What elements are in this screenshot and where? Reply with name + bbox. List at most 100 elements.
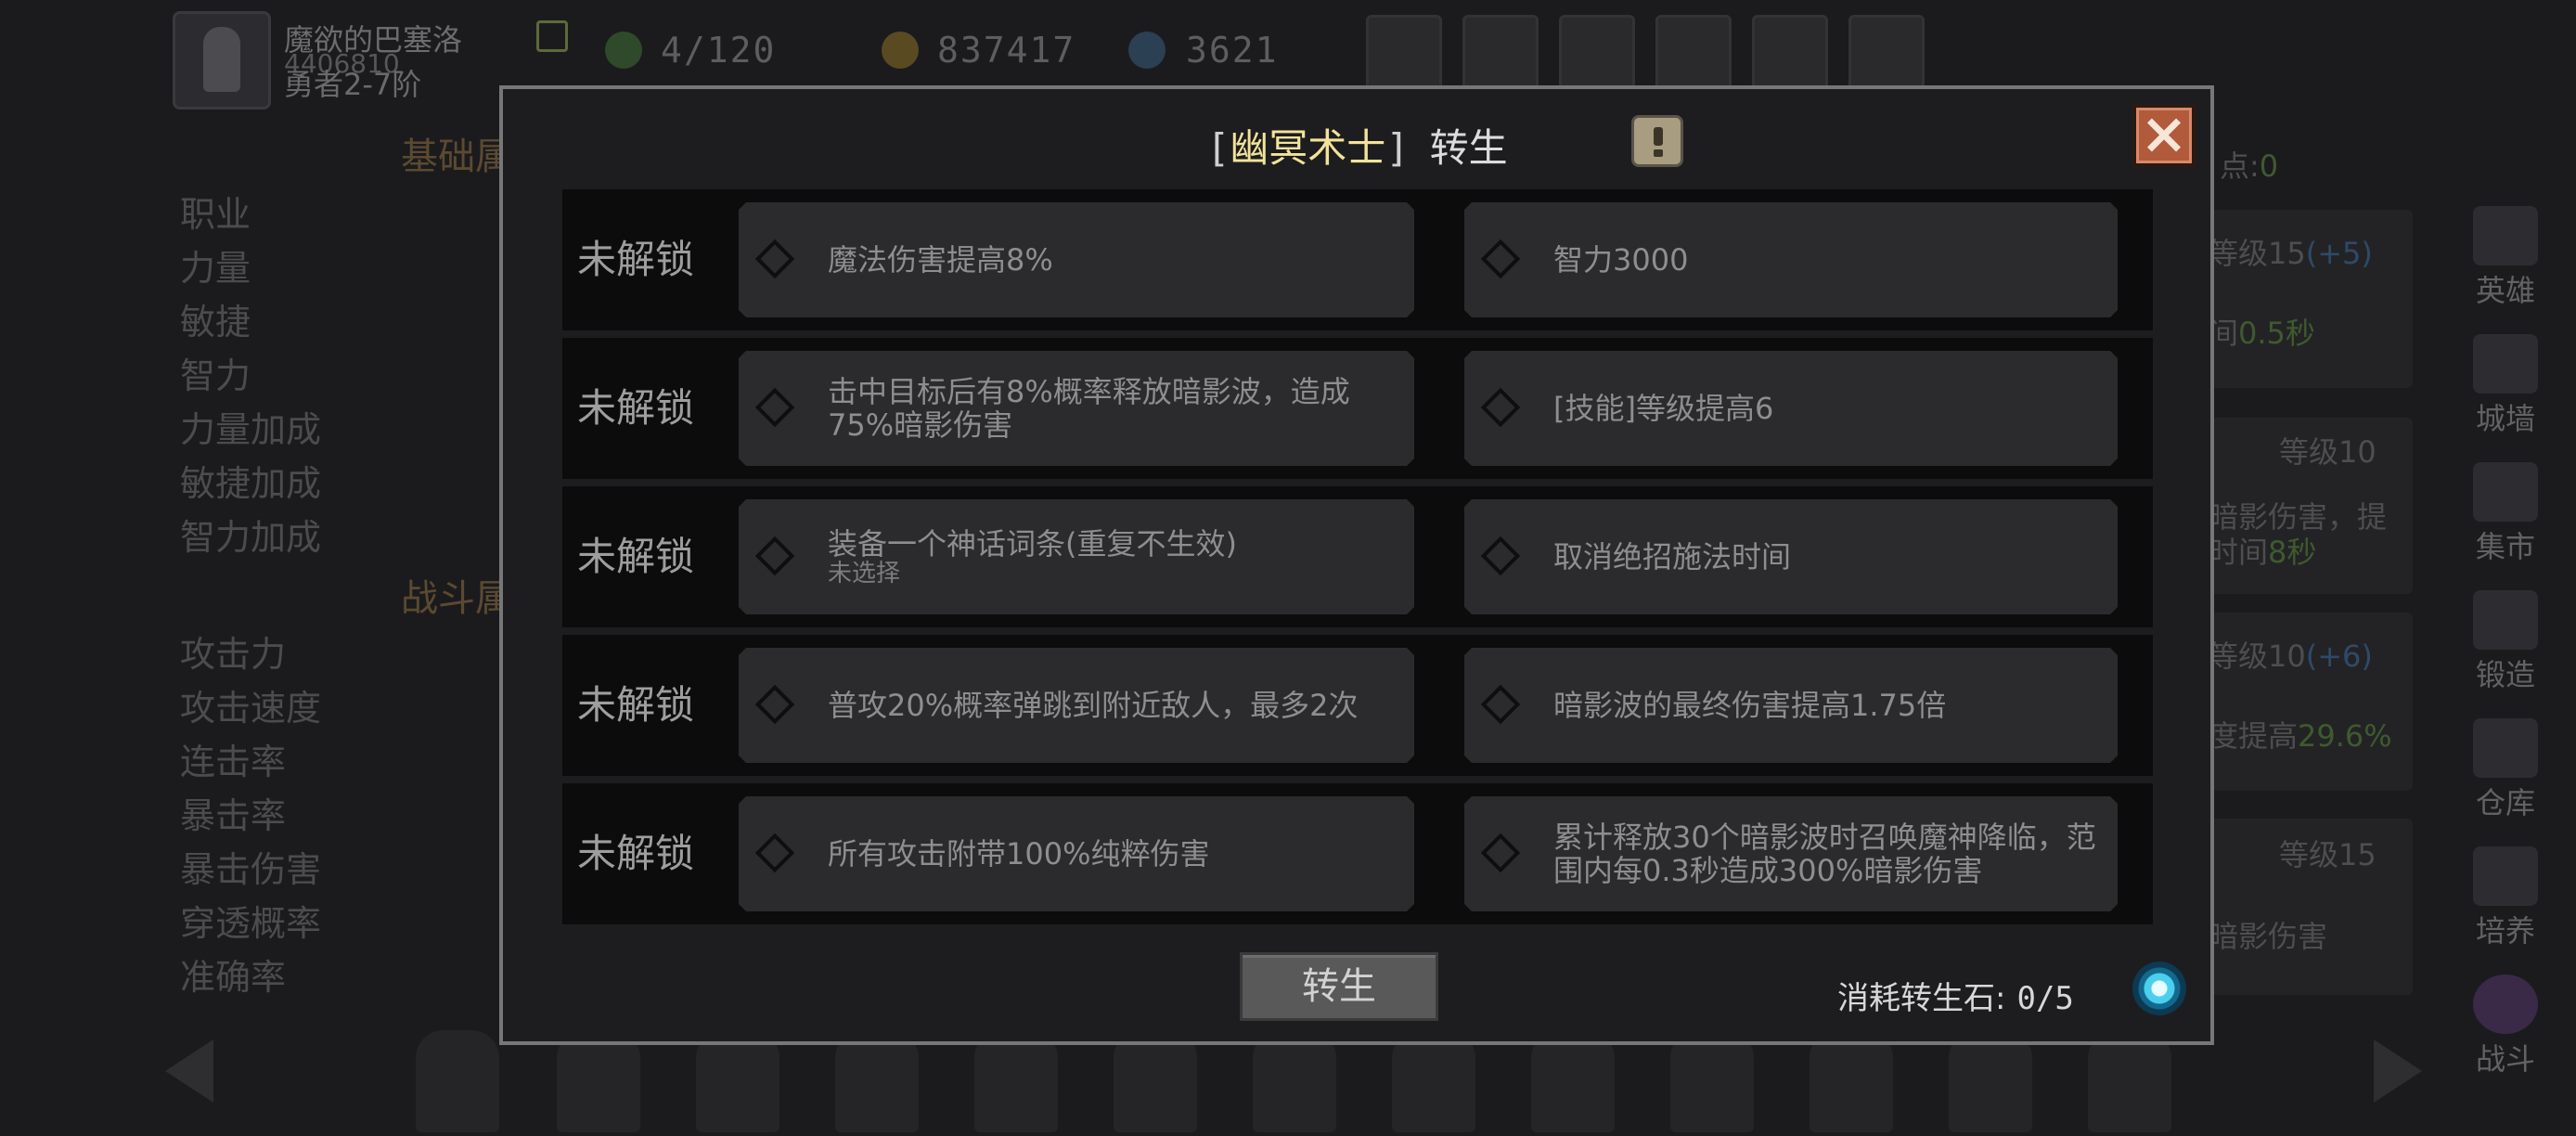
nav-warehouse[interactable]: 仓库 [2455, 718, 2556, 822]
tier-status: 未解锁 [577, 831, 695, 876]
hero-portrait[interactable] [1114, 1030, 1197, 1132]
option-text: 击中目标后有8%概率释放暗影波，造成75%暗影伤害 [828, 374, 1350, 443]
hero-portrait[interactable] [1670, 1030, 1754, 1132]
diamond-icon [1481, 239, 1520, 278]
title-action: 转生 [1429, 125, 1508, 171]
nav-hero[interactable]: 英雄 [2455, 206, 2556, 310]
tier-option[interactable]: 暗影波的最终伤害提高1.75倍 [1464, 648, 2118, 763]
rebirth-button[interactable]: 转生 [1240, 952, 1438, 1021]
skill-text: 间0.5秒 [2209, 316, 2315, 351]
tier-row: 未解锁 所有攻击附带100%纯粹伤害 累计释放30个暗影波时召唤魔神降临，范围内… [562, 783, 2153, 924]
tier-option[interactable]: 装备一个神话词条(重复不生效) 未选择 [739, 499, 1414, 614]
tier-option[interactable]: 击中目标后有8%概率释放暗影波，造成75%暗影伤害 [739, 351, 1414, 466]
wheel-icon[interactable] [1752, 15, 1828, 91]
tier-option[interactable]: 取消绝招施法时间 [1464, 499, 2118, 614]
hero-portrait[interactable] [1392, 1030, 1475, 1132]
nav-market[interactable]: 集市 [2455, 462, 2556, 566]
stat-label: 准确率 [180, 957, 287, 998]
diamond-icon [1481, 388, 1520, 427]
stat-label: 攻击速度 [180, 688, 322, 729]
info-icon[interactable] [1631, 115, 1683, 167]
stat-label: 穿透概率 [180, 903, 322, 944]
option-text: 取消绝招施法时间 [1553, 539, 1792, 574]
hero-portrait[interactable] [835, 1030, 919, 1132]
hero-portrait[interactable] [1253, 1030, 1336, 1132]
option-text: 普攻20%概率弹跳到附近敌人，最多2次 [828, 688, 1359, 723]
diamond-icon [1481, 833, 1520, 872]
stat-label: 暴击率 [180, 795, 287, 836]
anvil-icon [2473, 590, 2538, 650]
dialog-title: [幽冥术士] 转生 [1206, 125, 1508, 171]
gem-icon [1128, 32, 1166, 69]
nav-forge[interactable]: 锻造 [2455, 590, 2556, 694]
stat-label: 敏捷加成 [180, 463, 322, 504]
tier-option[interactable]: 智力3000 [1464, 202, 2118, 317]
skill-text: 等级10(+6) [2209, 639, 2373, 674]
tier-row: 未解锁 击中目标后有8%概率释放暗影波，造成75%暗影伤害 [技能]等级提高6 [562, 338, 2153, 479]
hero-portrait[interactable] [2088, 1030, 2171, 1132]
option-text: 装备一个神话词条(重复不生效) [828, 526, 1237, 562]
gem-value: 3621 [1186, 30, 1279, 71]
section-basic: 基础属 [401, 136, 512, 178]
hero-portrait[interactable] [416, 1030, 499, 1132]
hero-portrait[interactable] [557, 1030, 640, 1132]
option-text: [技能]等级提高6 [1553, 391, 1774, 426]
skill-text: 等级15 [2279, 837, 2376, 872]
diamond-icon [1481, 536, 1520, 575]
hero-portrait[interactable] [1810, 1030, 1893, 1132]
option-text: 所有攻击附带100%纯粹伤害 [828, 836, 1210, 871]
tier-option[interactable]: [技能]等级提高6 [1464, 351, 2118, 466]
skill-text: 度提高29.6% [2209, 718, 2392, 754]
diamond-icon [755, 239, 794, 278]
prev-hero-arrow[interactable] [165, 1032, 249, 1106]
market-icon [2473, 462, 2538, 522]
gamepad-icon[interactable] [1559, 15, 1635, 91]
skill-text: 时间8秒 [2209, 535, 2317, 570]
nav-wall[interactable]: 城墙 [2455, 334, 2556, 438]
tier-status: 未解锁 [577, 237, 695, 282]
diamond-icon [755, 388, 794, 427]
skill-text: 暗影伤害 [2209, 919, 2328, 954]
cart-icon[interactable] [1366, 15, 1442, 91]
tier-row: 未解锁 普攻20%概率弹跳到附近敌人，最多2次 暗影波的最终伤害提高1.75倍 [562, 635, 2153, 776]
diamond-icon [755, 833, 794, 872]
tier-option[interactable]: 普攻20%概率弹跳到附近敌人，最多2次 [739, 648, 1414, 763]
gold-icon [882, 32, 919, 69]
hero-portrait[interactable] [1531, 1030, 1615, 1132]
skill-text: 等级10 [2279, 434, 2376, 470]
wall-icon [2473, 334, 2538, 394]
stamina-icon [605, 32, 642, 69]
stat-label: 智力 [180, 355, 251, 396]
chest-icon [2473, 718, 2538, 778]
stamina-value: 4/120 [661, 30, 777, 71]
gear-icon[interactable] [1655, 15, 1732, 91]
hero-portrait[interactable] [1949, 1030, 2032, 1132]
cost-count: 0/5 [2016, 980, 2074, 1017]
diamond-icon [1481, 685, 1520, 724]
sword-icon[interactable] [1848, 15, 1925, 91]
cost-label: 消耗转生石: [1837, 980, 2006, 1017]
player-rank: 勇者2-7阶 [284, 67, 422, 102]
mail-icon[interactable] [1462, 15, 1539, 91]
option-text: 魔法伤害提高8% [828, 242, 1053, 278]
hero-portrait[interactable] [974, 1030, 1058, 1132]
nav-train[interactable]: 培养 [2455, 846, 2556, 950]
option-subtext: 未选择 [828, 560, 901, 587]
close-button[interactable] [2132, 104, 2196, 167]
tier-row: 未解锁 装备一个神话词条(重复不生效) 未选择 取消绝招施法时间 [562, 486, 2153, 627]
points-label: 点:0 [2220, 148, 2279, 184]
stat-label: 力量 [180, 248, 251, 289]
tier-option[interactable]: 累计释放30个暗影波时召唤魔神降临，范围内每0.3秒造成300%暗影伤害 [1464, 796, 2118, 911]
next-hero-arrow[interactable] [2338, 1032, 2422, 1106]
stat-label: 智力加成 [180, 517, 322, 558]
edit-icon[interactable] [536, 20, 568, 52]
tier-option[interactable]: 魔法伤害提高8% [739, 202, 1414, 317]
hero-icon [2473, 206, 2538, 265]
tier-option[interactable]: 所有攻击附带100%纯粹伤害 [739, 796, 1414, 911]
nav-battle[interactable]: 战斗 [2455, 975, 2556, 1078]
stat-label: 暴击伤害 [180, 849, 322, 890]
stat-label: 攻击力 [180, 634, 287, 675]
hero-portrait[interactable] [696, 1030, 779, 1132]
diamond-icon [755, 685, 794, 724]
avatar[interactable] [173, 11, 271, 110]
